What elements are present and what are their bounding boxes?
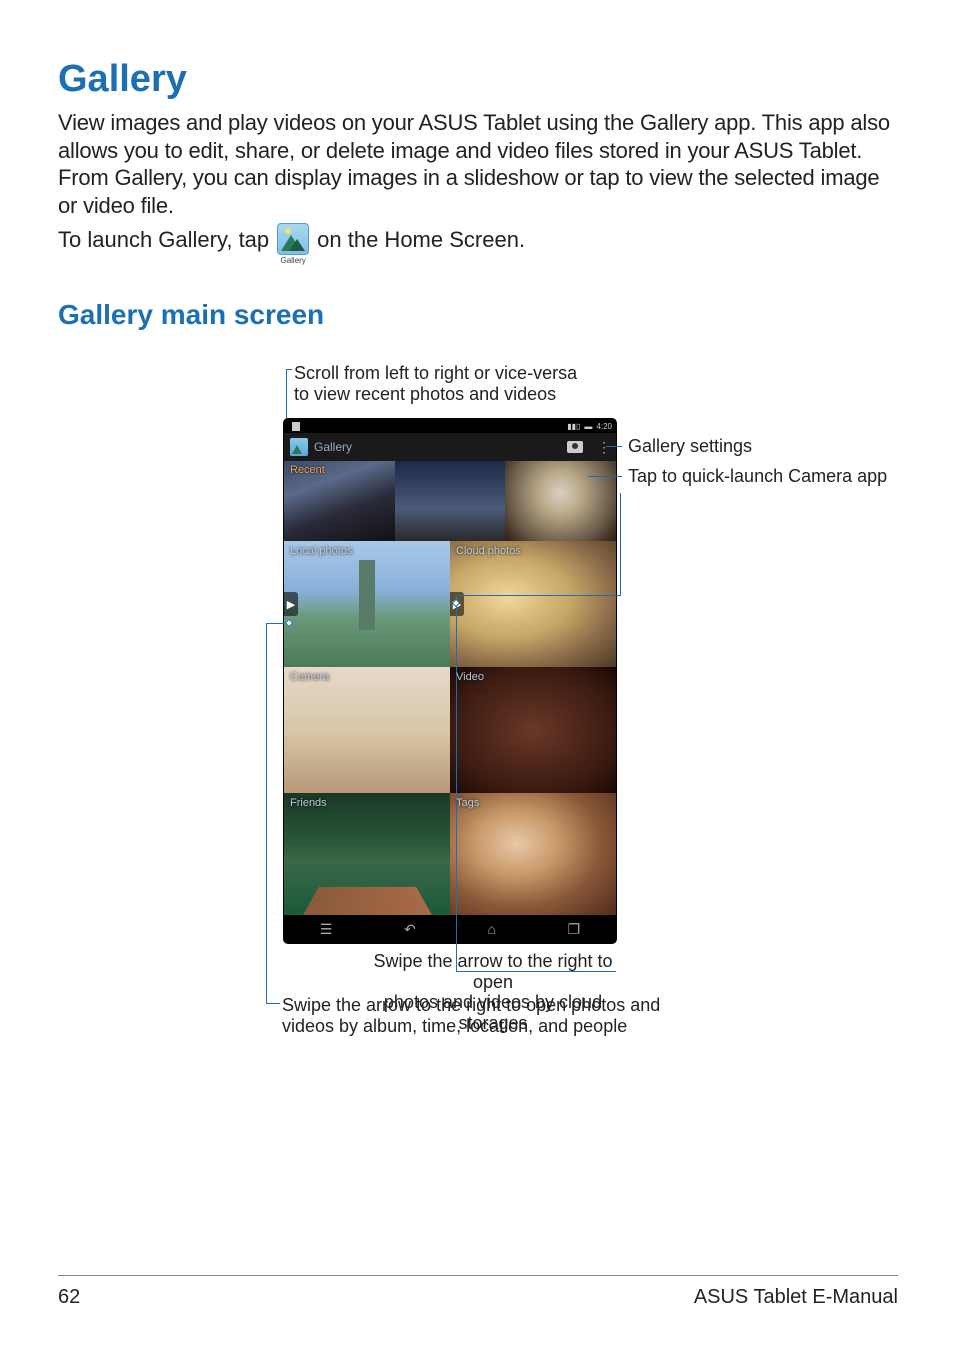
app-bar: Gallery ⋮ [284, 433, 616, 461]
gallery-icon-caption: Gallery [280, 256, 305, 265]
callout-recent-scroll: Scroll from left to right or vice-versa … [294, 363, 577, 404]
footer-title: ASUS Tablet E-Manual [694, 1286, 898, 1309]
video-tile[interactable]: Video [450, 667, 616, 793]
nav-bar: ☰ ↶ ⌂ ❐ [284, 915, 616, 943]
diagram-area: Scroll from left to right or vice-versa … [58, 363, 898, 1043]
nav-back-icon[interactable]: ↶ [404, 921, 416, 938]
callout-settings: Gallery settings [628, 436, 752, 457]
tags-tile[interactable]: Tags [450, 793, 616, 919]
launch-instruction: To launch Gallery, tap Gallery on the Ho… [58, 227, 898, 265]
overflow-menu-icon[interactable]: ⋮ [597, 441, 610, 453]
battery-icon: ▬ [584, 422, 592, 431]
recent-thumb-2[interactable] [395, 461, 506, 541]
sd-card-icon [292, 422, 300, 431]
heading-main-screen: Gallery main screen [58, 299, 898, 331]
appbar-title: Gallery [314, 440, 561, 454]
gallery-app-icon [277, 223, 309, 255]
launch-text-pre: To launch Gallery, tap [58, 227, 269, 253]
recent-strip[interactable]: Recent [284, 461, 616, 541]
signal-icon: ▮▮▯ [567, 422, 580, 431]
heading-gallery: Gallery [58, 58, 898, 101]
gallery-icon [290, 438, 308, 456]
status-time: 4:20 [596, 422, 612, 431]
callout-album-swipe: Swipe the arrow to the right to open pho… [282, 995, 702, 1036]
camera-tile[interactable]: Camera [284, 667, 450, 793]
friends-tile[interactable]: Friends [284, 793, 450, 919]
camera-icon[interactable] [567, 441, 583, 453]
page-footer: 62 ASUS Tablet E-Manual [58, 1275, 898, 1309]
status-bar: ▮▮▯ ▬ 4:20 [284, 419, 616, 433]
callout-camera: Tap to quick-launch Camera app [628, 466, 887, 487]
intro-paragraph: View images and play videos on your ASUS… [58, 109, 898, 219]
cloud-photos-tile[interactable]: Cloud photos ▶ [450, 541, 616, 667]
launch-text-post: on the Home Screen. [317, 227, 525, 253]
recent-thumb-3[interactable] [505, 461, 616, 541]
device-screenshot: ▮▮▯ ▬ 4:20 Gallery ⋮ Recent Local photos… [284, 419, 616, 943]
nav-recent-icon[interactable]: ❐ [568, 921, 581, 938]
page-number: 62 [58, 1286, 80, 1309]
local-photos-tile[interactable]: Local photos ▶ [284, 541, 450, 667]
recent-label: Recent [290, 464, 325, 476]
nav-menu-icon[interactable]: ☰ [320, 921, 333, 938]
local-arrow-icon[interactable]: ▶ [284, 592, 298, 616]
nav-home-icon[interactable]: ⌂ [487, 921, 495, 937]
